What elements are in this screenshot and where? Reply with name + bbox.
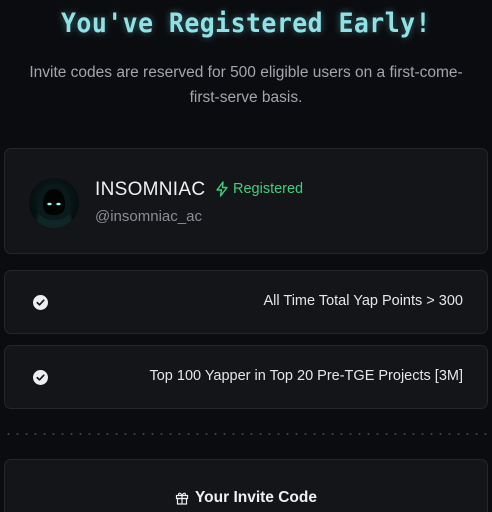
registration-page: You've Registered Early! Invite codes ar… <box>0 0 492 512</box>
requirement-row: All Time Total Yap Points > 300 <box>4 270 488 334</box>
check-icon <box>33 370 48 385</box>
hooded-figure-icon <box>33 184 75 228</box>
lightning-icon <box>216 181 228 197</box>
page-subtitle: Invite codes are reserved for 500 eligib… <box>29 64 463 106</box>
gift-icon <box>175 492 189 505</box>
page-title: You've Registered Early! <box>61 8 431 39</box>
registered-badge: Registered <box>214 181 303 197</box>
requirement-label: All Time Total Yap Points > 300 <box>263 293 464 309</box>
dotted-divider <box>4 433 488 435</box>
requirement-row: Top 100 Yapper in Top 20 Pre-TGE Project… <box>4 345 488 409</box>
invite-code-heading: Your Invite Code <box>5 489 487 507</box>
user-handle: @insomniac_ac <box>95 208 202 225</box>
check-icon <box>33 295 48 310</box>
invite-code-title: Your Invite Code <box>194 489 317 506</box>
registered-status-label: Registered <box>233 181 304 197</box>
profile-card: INSOMNIAC Registered @insomniac_ac <box>4 148 488 254</box>
avatar[interactable] <box>29 178 79 228</box>
user-name: INSOMNIAC <box>95 179 206 200</box>
invite-code-card: Your Invite Code <box>4 459 488 512</box>
requirement-label: Top 100 Yapper in Top 20 Pre-TGE Project… <box>149 368 463 384</box>
